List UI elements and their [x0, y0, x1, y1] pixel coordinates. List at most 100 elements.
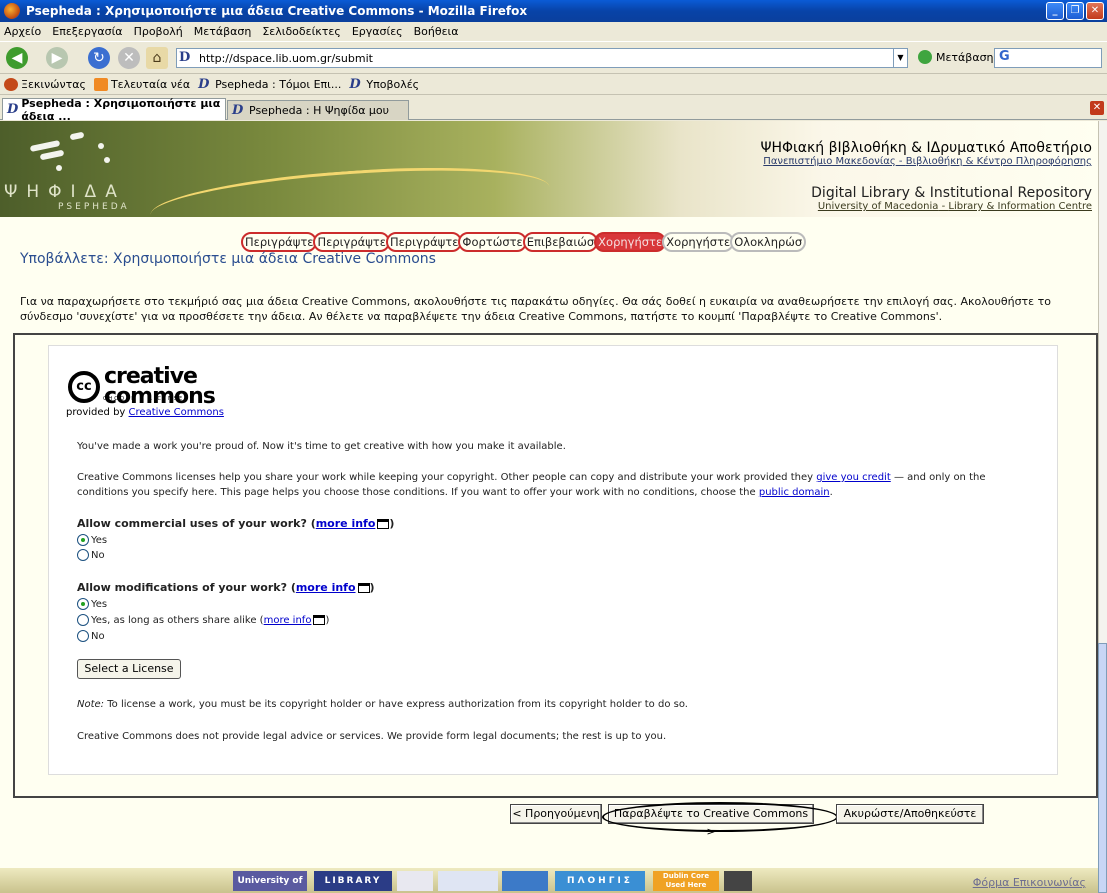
- logo-mark: [56, 165, 62, 171]
- tab-my-psepheda[interactable]: D Psepheda : Η Ψηφίδα μου: [227, 100, 409, 120]
- address-bar[interactable]: D http://dspace.lib.uom.gr/submit: [176, 48, 894, 68]
- radio-unchecked-icon: [77, 614, 89, 626]
- english-library-link[interactable]: Library & Information Centre: [948, 201, 1092, 212]
- public-domain-link[interactable]: public domain: [759, 487, 830, 498]
- radio-unchecked-icon: [77, 630, 89, 642]
- address-dropdown-icon[interactable]: ▼: [894, 48, 908, 68]
- go-button[interactable]: Μετάβαση: [918, 50, 994, 64]
- commercial-more-info-link[interactable]: more info: [316, 517, 376, 530]
- stop-icon[interactable]: ✕: [118, 47, 140, 69]
- tab-current[interactable]: D Psepheda : Χρησιμοποιήστε μια άδεια ..…: [2, 97, 226, 123]
- partner-badge[interactable]: [502, 871, 548, 891]
- partner-badge[interactable]: [724, 871, 752, 891]
- close-icon[interactable]: ✕: [1086, 2, 1104, 20]
- cc-tagline: CHOOSE A LICENSE: [103, 396, 185, 402]
- highlight-ellipse: [602, 802, 838, 832]
- commercial-question: Allow commercial uses of your work? (mor…: [77, 517, 395, 530]
- menu-file[interactable]: Αρχείο: [4, 25, 41, 38]
- bookmark-latest-news[interactable]: Τελευταία νέα: [93, 78, 190, 91]
- greek-header: ΨΗΦιακή βΙβλιοθήκη & ΙΔρυματικό Αποθετήρ…: [760, 140, 1092, 167]
- menu-go[interactable]: Μετάβαση: [194, 25, 252, 38]
- logo-mark: [69, 131, 85, 141]
- partner-badge[interactable]: [438, 871, 498, 891]
- cc-paragraph-1: You've made a work you're proud of. Now …: [77, 441, 566, 452]
- step-complete: Ολοκληρώσ: [730, 232, 807, 252]
- step-license: Χορηγήστε: [662, 232, 735, 252]
- greek-university-link[interactable]: Πανεπιστήμιο Μακεδονίας: [763, 156, 895, 167]
- greek-site-title: ΨΗΦιακή βΙβλιοθήκη & ΙΔρυματικό Αποθετήρ…: [760, 140, 1092, 156]
- minimize-icon[interactable]: _: [1046, 2, 1064, 20]
- site-logo-text[interactable]: ΨΗΦΙΔΑ: [4, 182, 126, 202]
- step-describe-3[interactable]: Περιγράψτε: [385, 232, 463, 252]
- firefox-bookmark-icon: [4, 78, 18, 91]
- english-header: Digital Library & Institutional Reposito…: [811, 185, 1092, 212]
- back-icon[interactable]: ◀: [6, 47, 28, 69]
- modifications-share-alike-radio[interactable]: Yes, as long as others share alike (more…: [77, 614, 329, 626]
- tab-bar: D Psepheda : Χρησιμοποιήστε μια άδεια ..…: [0, 96, 1107, 123]
- firefox-icon: [4, 3, 20, 19]
- modifications-more-info-link[interactable]: more info: [296, 581, 356, 594]
- reload-icon[interactable]: ↻: [88, 47, 110, 69]
- site-favicon-icon: D: [179, 50, 191, 65]
- menu-view[interactable]: Προβολή: [134, 25, 183, 38]
- menu-help[interactable]: Βοήθεια: [414, 25, 459, 38]
- commercial-yes-radio[interactable]: Yes: [77, 534, 107, 546]
- intro-text: Για να παραχωρήσετε στο τεκμήριό σας μια…: [20, 295, 1051, 323]
- site-favicon-icon: D: [232, 102, 244, 118]
- cc-note: Note: To license a work, you must be its…: [77, 699, 688, 710]
- menu-tools[interactable]: Εργασίες: [352, 25, 403, 38]
- step-verify[interactable]: Επιβεβαιώσ: [522, 232, 599, 252]
- url-text: http://dspace.lib.uom.gr/submit: [199, 51, 373, 65]
- cc-icon: cc: [68, 371, 100, 403]
- home-icon[interactable]: ⌂: [146, 47, 168, 69]
- contact-form-link[interactable]: Φόρμα Επικοινωνίας: [973, 876, 1086, 889]
- site-favicon-icon: D: [7, 101, 19, 117]
- maximize-icon[interactable]: ❐: [1066, 2, 1084, 20]
- bookmark-psepheda-volumes[interactable]: D Psepheda : Τόμοι Επι...: [198, 77, 341, 92]
- commercial-no-radio[interactable]: No: [77, 549, 105, 561]
- greek-library-link[interactable]: Βιβλιοθήκη & Κέντρο Πληροφόρησης: [906, 156, 1092, 167]
- step-upload[interactable]: Φορτώστε: [458, 232, 527, 252]
- select-license-button[interactable]: Select a License: [77, 659, 181, 679]
- radio-checked-icon: [77, 534, 89, 546]
- menu-bookmarks[interactable]: Σελιδοδείκτες: [262, 25, 341, 38]
- logo-mark: [104, 157, 110, 163]
- previous-button[interactable]: < Προηγούμενη: [510, 804, 602, 824]
- navigation-toolbar: ◀ ▶ ↻ ✕ ⌂ D http://dspace.lib.uom.gr/sub…: [0, 42, 1107, 74]
- share-alike-more-info-link[interactable]: more info: [264, 615, 312, 626]
- dublin-core-badge[interactable]: Dublin Core Used Here: [653, 871, 719, 891]
- site-footer: University of Macedonia LIBRARY ΠΛΟΗΓΙΣ …: [0, 868, 1098, 893]
- window-title-bar[interactable]: Psepheda : Χρησιμοποιήστε μια άδεια Crea…: [0, 0, 1107, 22]
- step-describe-1[interactable]: Περιγράψτε: [241, 232, 318, 252]
- step-describe-2[interactable]: Περιγράψτε: [313, 232, 390, 252]
- modifications-question: Allow modifications of your work? (more …: [77, 581, 375, 594]
- modifications-no-radio[interactable]: No: [77, 630, 105, 642]
- page-content: ΨΗΦΙΔΑ PSEPHEDA ΨΗΦιακή βΙβλιοθήκη & ΙΔρ…: [0, 121, 1098, 893]
- go-icon: [918, 50, 932, 64]
- window-title: Psepheda : Χρησιμοποιήστε μια άδεια Crea…: [26, 4, 528, 18]
- ploigis-badge[interactable]: ΠΛΟΗΓΙΣ: [555, 871, 645, 891]
- partner-badge[interactable]: [397, 871, 433, 891]
- popup-window-icon: [377, 519, 390, 529]
- creative-commons-link[interactable]: Creative Commons: [129, 407, 224, 418]
- modifications-yes-radio[interactable]: Yes: [77, 598, 107, 610]
- library-badge[interactable]: LIBRARY: [314, 871, 392, 891]
- forward-icon[interactable]: ▶: [46, 47, 68, 69]
- scrollbar-thumb[interactable]: [1098, 643, 1107, 893]
- cc-provided-by: provided by Creative Commons: [66, 407, 224, 418]
- english-university-link[interactable]: University of Macedonia: [818, 201, 939, 212]
- university-badge[interactable]: University of Macedonia: [233, 871, 307, 891]
- site-logo-subtitle: PSEPHEDA: [58, 202, 130, 212]
- menu-edit[interactable]: Επεξεργασία: [52, 25, 122, 38]
- menu-bar: Αρχείο Επεξεργασία Προβολή Μετάβαση Σελι…: [0, 22, 1107, 42]
- bookmarks-toolbar: Ξεκινώντας Τελευταία νέα D Psepheda : Τόμ…: [0, 75, 1107, 95]
- cancel-save-button[interactable]: Ακυρώστε/Αποθηκεύστε: [836, 804, 984, 824]
- page-title: Υποβάλλετε: Χρησιμοποιήστε μια άδεια Cre…: [20, 251, 436, 267]
- site-favicon-icon: D: [349, 76, 361, 92]
- tab-close-icon[interactable]: ✕: [1090, 101, 1104, 115]
- rss-icon: [93, 78, 108, 91]
- bookmark-submissions[interactable]: D Υποβολές: [349, 76, 419, 92]
- bookmark-getting-started[interactable]: Ξεκινώντας: [4, 78, 86, 91]
- give-credit-link[interactable]: give you credit: [816, 472, 891, 483]
- google-search-input[interactable]: G: [994, 48, 1102, 68]
